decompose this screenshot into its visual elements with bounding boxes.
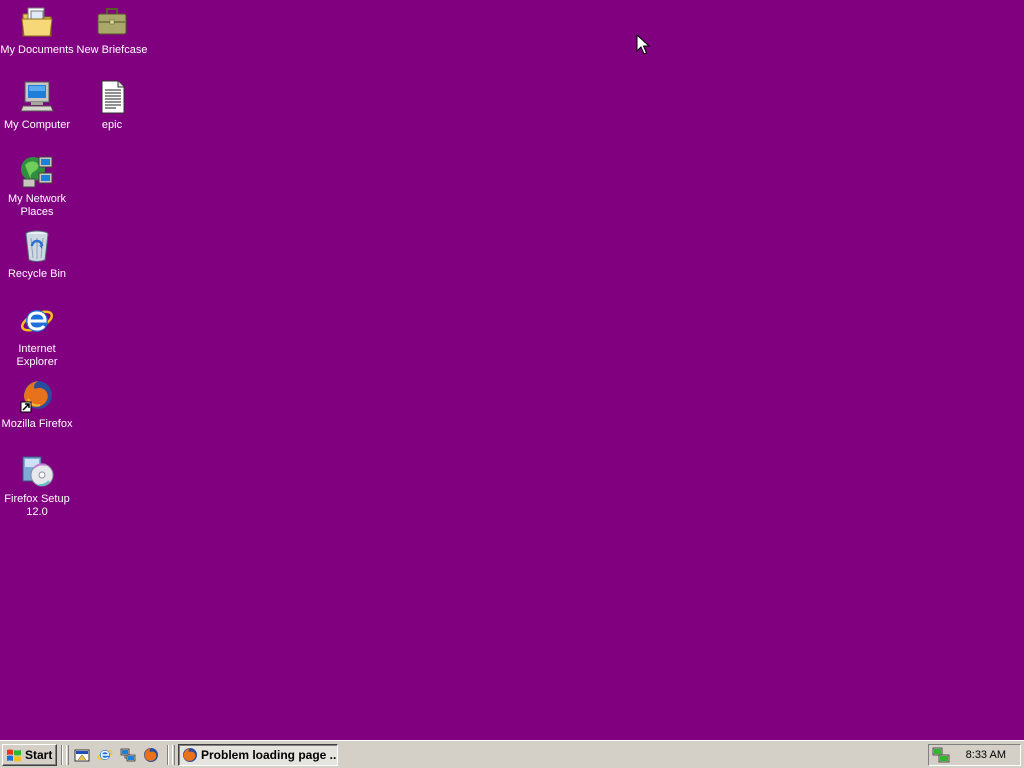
desktop-icon-label: New Briefcase xyxy=(76,44,148,56)
mouse-cursor-icon xyxy=(636,34,650,55)
desktop-icon-label: My Documents xyxy=(0,44,74,56)
desktop-icon-recycle-bin[interactable]: Recycle Bin xyxy=(0,228,74,281)
desktop-icon-label: My Computer xyxy=(3,119,71,131)
desktop-icon-internet-explorer[interactable]: Internet Explorer xyxy=(0,303,74,369)
text-document-icon xyxy=(101,80,125,114)
my-computer-icon xyxy=(20,81,54,112)
installer-icon xyxy=(22,456,54,487)
desktop-icon-firefox-setup[interactable]: Firefox Setup 12.0 xyxy=(0,453,74,519)
firefox-icon[interactable] xyxy=(143,747,159,763)
system-tray: 8:33 AM xyxy=(928,744,1021,766)
network-icon[interactable] xyxy=(120,747,136,763)
taskbar: Start Problem loading page ... 8:33 AM xyxy=(0,740,1024,768)
desktop-icon-label: My Network Places xyxy=(7,193,67,218)
desktop-icon-label: Recycle Bin xyxy=(7,268,67,280)
briefcase-icon xyxy=(97,8,127,35)
desktop-icon-mozilla-firefox[interactable]: Mozilla Firefox xyxy=(0,378,74,431)
clock[interactable]: 8:33 AM xyxy=(966,749,1006,761)
start-button[interactable]: Start xyxy=(2,744,57,766)
desktop-icon-label: Mozilla Firefox xyxy=(1,418,73,430)
desktop-icon-epic[interactable]: epic xyxy=(75,79,149,132)
network-connection-icon[interactable] xyxy=(932,747,950,763)
task-button-label: Problem loading page ... xyxy=(201,748,338,762)
desktop-icon-label: Firefox Setup 12.0 xyxy=(4,493,70,518)
task-button-firefox[interactable]: Problem loading page ... xyxy=(178,744,338,766)
show-desktop-icon[interactable] xyxy=(74,747,90,763)
firefox-shortcut-icon xyxy=(20,381,52,413)
desktop-icon-label: Internet Explorer xyxy=(16,343,58,368)
taskbar-separator xyxy=(167,745,169,765)
my-documents-icon xyxy=(21,7,53,37)
start-label: Start xyxy=(25,748,53,762)
desktop-icon-my-network-places[interactable]: My Network Places xyxy=(0,153,74,219)
firefox-icon xyxy=(183,748,197,762)
internet-explorer-icon[interactable] xyxy=(97,747,113,763)
network-places-icon xyxy=(21,156,53,188)
quick-launch-grip[interactable] xyxy=(66,745,69,765)
recycle-bin-icon xyxy=(25,230,49,262)
desktop[interactable]: My Documents New Briefcase My Computer e… xyxy=(0,0,1024,740)
desktop-icon-my-computer[interactable]: My Computer xyxy=(0,79,74,132)
windows-logo-icon xyxy=(7,749,21,762)
desktop-icon-label: epic xyxy=(101,119,123,131)
desktop-icon-my-documents[interactable]: My Documents xyxy=(0,4,74,57)
desktop-icon-new-briefcase[interactable]: New Briefcase xyxy=(75,4,149,57)
taskbar-separator xyxy=(61,745,63,765)
internet-explorer-icon xyxy=(20,310,54,332)
task-list-grip[interactable] xyxy=(172,745,175,765)
